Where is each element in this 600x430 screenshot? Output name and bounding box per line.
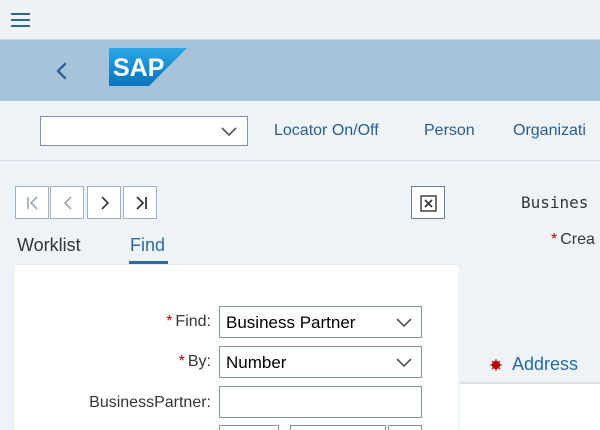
- next-page-icon: [101, 196, 110, 210]
- error-status-icon: [490, 359, 502, 371]
- back-icon[interactable]: [48, 57, 76, 85]
- find-select[interactable]: Business Partner: [219, 306, 422, 338]
- sap-logo[interactable]: SAP: [109, 48, 187, 86]
- last-page-icon: [136, 196, 147, 210]
- find-label: * Find:: [166, 313, 211, 330]
- last-record-button[interactable]: [123, 186, 157, 219]
- toolbar: Locator On/Off Person Organizati: [0, 101, 600, 161]
- first-record-button[interactable]: [15, 186, 49, 219]
- person-button[interactable]: Person: [424, 122, 475, 140]
- chevron-down-icon: [221, 127, 237, 137]
- locator-toggle-button[interactable]: Locator On/Off: [274, 122, 379, 140]
- close-panel-button[interactable]: [411, 186, 445, 219]
- first-page-icon: [27, 196, 38, 210]
- tab-address[interactable]: Address: [490, 354, 578, 375]
- by-select[interactable]: Number: [219, 346, 422, 378]
- hamburger-menu-icon[interactable]: [9, 9, 33, 31]
- tab-find[interactable]: Find: [130, 235, 165, 256]
- svg-text:SAP: SAP: [113, 54, 164, 82]
- address-content-area: [460, 384, 600, 430]
- previous-record-button[interactable]: [50, 186, 84, 219]
- partial-field-2[interactable]: [290, 425, 386, 430]
- toolbar-dropdown[interactable]: [40, 116, 248, 146]
- by-label: * By:: [178, 353, 211, 370]
- previous-page-icon: [63, 196, 72, 210]
- tab-address-label: Address: [512, 354, 579, 374]
- shell-header: SAP: [0, 40, 600, 101]
- next-record-button[interactable]: [87, 186, 121, 219]
- shell-top-bar: [0, 0, 600, 40]
- partial-field-3[interactable]: [388, 425, 422, 430]
- chevron-down-icon: [396, 358, 412, 368]
- tab-worklist[interactable]: Worklist: [17, 235, 81, 256]
- find-select-value: Business Partner: [226, 313, 356, 332]
- close-panel-icon: [420, 195, 437, 212]
- organization-button[interactable]: Organizati: [513, 122, 586, 140]
- chevron-down-icon: [396, 318, 412, 328]
- create-label: * Crea: [551, 231, 595, 248]
- business-partner-label: BusinessPartner:: [89, 394, 211, 411]
- detail-title: Busines: [521, 193, 589, 212]
- business-partner-input[interactable]: [219, 386, 422, 418]
- partial-field-1[interactable]: [219, 425, 279, 430]
- by-select-value: Number: [226, 353, 287, 372]
